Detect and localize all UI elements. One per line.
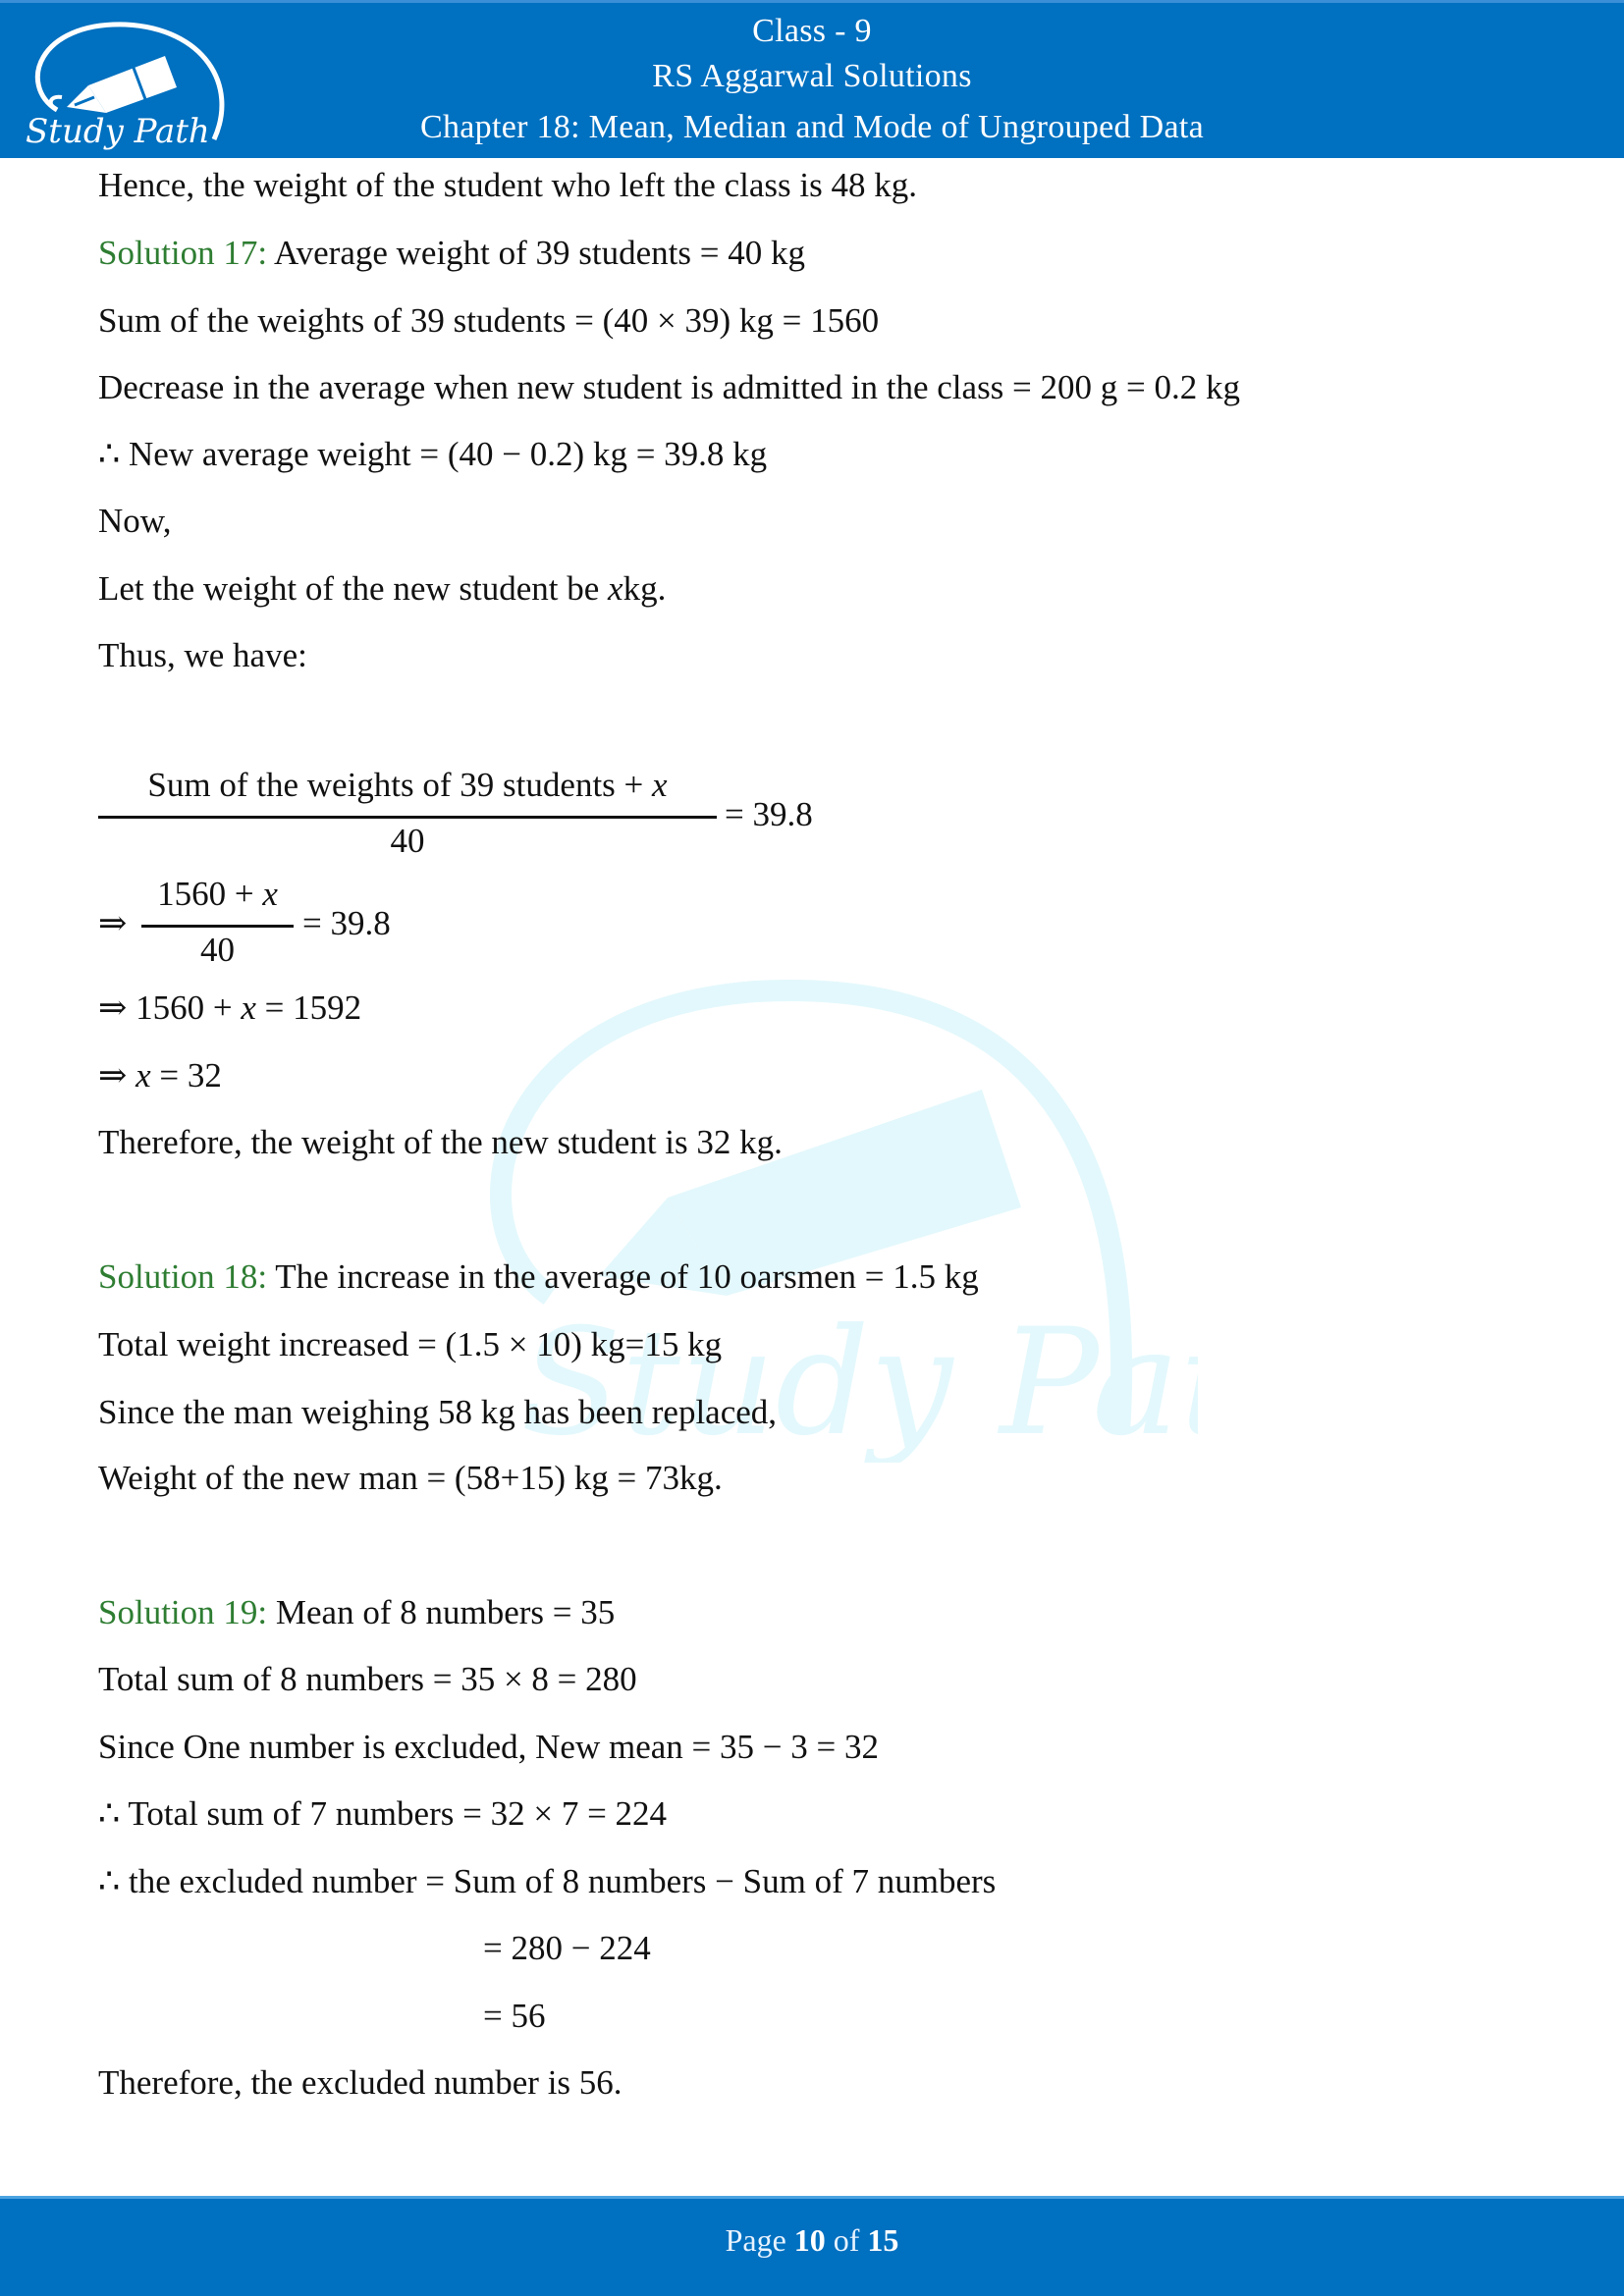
fraction-equation-2: ⇒ 1560 + x 40 = 39.8: [98, 873, 687, 981]
solution-17-conclusion: Therefore, the weight of the new student…: [98, 1123, 783, 1161]
solution-18-label: Solution 18:: [98, 1257, 268, 1296]
solution-19-line-3: Since One number is excluded, New mean =…: [98, 1728, 880, 1766]
solution-17-line-4: ∴ New average weight = (40 − 0.2) kg = 3…: [98, 435, 768, 473]
fraction-1-denominator: 40: [390, 822, 425, 860]
solution-19-line-5: ∴ the excluded number = Sum of 8 numbers…: [98, 1862, 997, 1900]
total-pages: 15: [867, 2222, 899, 2258]
fraction-2-denominator: 40: [200, 931, 235, 969]
watermark-logo-icon: Study Path: [489, 980, 1198, 1463]
solution-17-line-7: Thus, we have:: [98, 636, 307, 674]
solution-19-line-6: = 280 − 224: [483, 1929, 651, 1967]
fraction-2-bar: [141, 925, 294, 928]
fraction-2-rhs: = 39.8: [302, 904, 391, 942]
page-header: Study Path Class - 9 RS Aggarwal Solutio…: [0, 0, 1624, 158]
solution-17-step-1: ⇒ 1560 + x = 1592: [98, 988, 362, 1027]
page-number: Page 10 of 15: [725, 2222, 899, 2258]
solution-19-line-7: = 56: [483, 1997, 546, 2035]
solution-17-line-1: Solution 17: Average weight of 39 studen…: [98, 234, 806, 272]
header-class: Class - 9: [752, 13, 872, 49]
solution-17-line-6: Let the weight of the new student be xkg…: [98, 569, 667, 608]
fraction-1-numerator: Sum of the weights of 39 students + x: [147, 766, 668, 804]
solution-17-step-2: ⇒ x = 32: [98, 1056, 222, 1095]
solution-19-line-4: ∴ Total sum of 7 numbers = 32 × 7 = 224: [98, 1794, 668, 1833]
fraction-equation-1: Sum of the weights of 39 students + x 40…: [98, 764, 884, 872]
intro-text: Hence, the weight of the student who lef…: [98, 166, 917, 204]
solution-18-line-2: Total weight increased = (1.5 × 10) kg=1…: [98, 1325, 723, 1363]
solution-19-line-1: Solution 19: Mean of 8 numbers = 35: [98, 1593, 616, 1631]
solution-17-label: Solution 17:: [98, 234, 268, 272]
solution-17-line-3: Decrease in the average when new student…: [98, 368, 1241, 406]
solution-18-line-1: Solution 18: The increase in the average…: [98, 1257, 979, 1296]
solution-19-line-2: Total sum of 8 numbers = 35 × 8 = 280: [98, 1660, 637, 1698]
solution-17-line-5: Now,: [98, 502, 172, 540]
solution-19-conclusion: Therefore, the excluded number is 56.: [98, 2063, 623, 2102]
current-page: 10: [793, 2222, 826, 2258]
solution-18-line-4: Weight of the new man = (58+15) kg = 73k…: [98, 1459, 723, 1497]
solution-19-label: Solution 19:: [98, 1593, 268, 1631]
header-chapter: Chapter 18: Mean, Median and Mode of Ung…: [419, 109, 1205, 145]
solution-17-line-2: Sum of the weights of 39 students = (40 …: [98, 301, 880, 340]
implies-arrow: ⇒: [98, 904, 128, 942]
fraction-2-numerator: 1560 + x: [157, 875, 278, 913]
header-book: RS Aggarwal Solutions: [652, 58, 972, 94]
fraction-1-bar: [98, 816, 717, 819]
fraction-1-rhs: = 39.8: [725, 795, 813, 833]
page-footer: Page 10 of 15: [0, 2196, 1624, 2296]
solution-18-line-3: Since the man weighing 58 kg has been re…: [98, 1393, 778, 1431]
